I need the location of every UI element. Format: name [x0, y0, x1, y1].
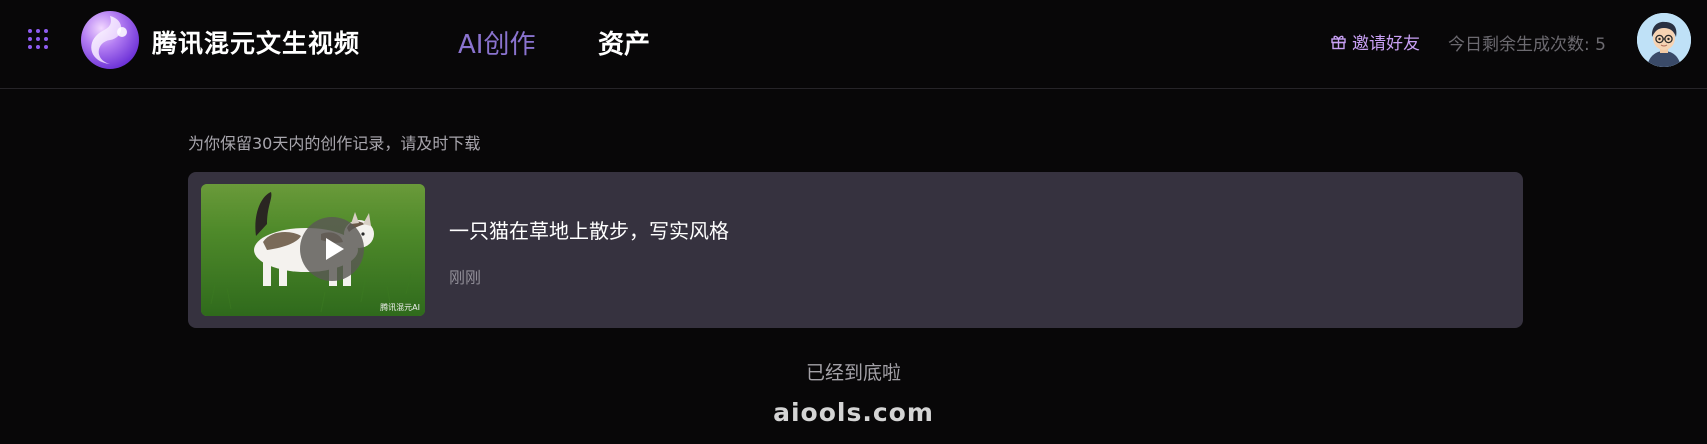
play-button[interactable] [300, 217, 364, 281]
apps-grid-icon[interactable] [26, 27, 50, 51]
remaining-count: 今日剩余生成次数: 5 [1448, 35, 1606, 55]
site-watermark: aiools.com [773, 398, 934, 427]
tab-assets[interactable]: 资产 [598, 24, 650, 61]
invite-label: 邀请好友 [1352, 34, 1420, 54]
avatar[interactable] [1637, 13, 1691, 67]
invite-friends-link[interactable]: 邀请好友 [1330, 29, 1420, 54]
play-icon [326, 238, 344, 260]
tab-ai-create[interactable]: AI创作 [458, 24, 535, 61]
top-bar: 腾讯混元文生视频 AI创作 资产 邀请好友 今日剩余生成次数: 5 [0, 0, 1707, 89]
retention-notice: 为你保留30天内的创作记录，请及时下载 [188, 134, 481, 153]
video-watermark: 腾讯混元AI [380, 303, 420, 312]
video-thumbnail[interactable]: 腾讯混元AI [201, 184, 425, 316]
record-prompt: 一只猫在草地上散步，写实风格 [449, 219, 729, 243]
record-card[interactable]: 腾讯混元AI 一只猫在草地上散步，写实风格 刚刚 [188, 172, 1523, 328]
brand-name: 腾讯混元文生视频 [152, 29, 361, 58]
end-of-list-text: 已经到底啦 [805, 362, 901, 384]
record-timestamp: 刚刚 [449, 268, 482, 287]
user-avatar-icon [1637, 13, 1691, 67]
hunyuan-logo[interactable] [80, 10, 140, 70]
gift-icon [1331, 35, 1346, 50]
